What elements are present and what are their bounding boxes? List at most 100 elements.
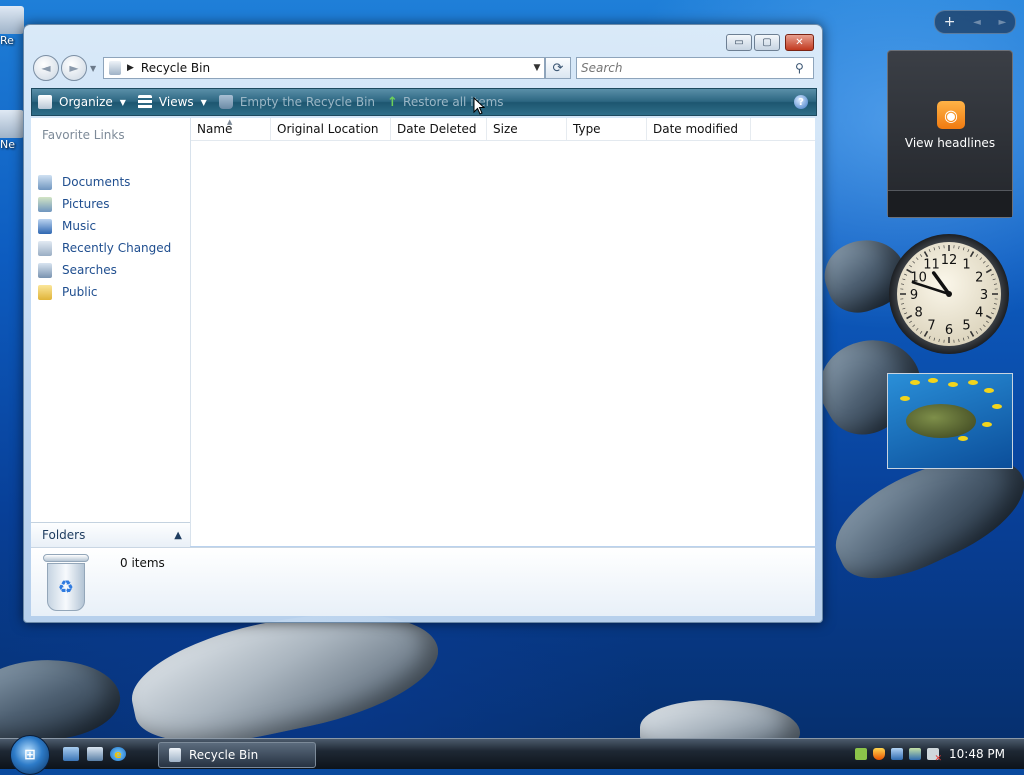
clock-number: 12 (941, 253, 958, 268)
add-gadget-button[interactable]: + (944, 14, 956, 30)
gadget-footer (888, 190, 1012, 217)
fish-decoration (640, 700, 800, 738)
address-dropdown-icon[interactable]: ▼ (530, 63, 544, 73)
folders-toggle[interactable]: Folders ▲ (31, 522, 190, 547)
column-header-date-modified[interactable]: Date modified (647, 118, 751, 140)
favorite-link-music[interactable]: Music (38, 216, 96, 236)
empty-recycle-bin-button[interactable]: Empty the Recycle Bin (213, 89, 381, 115)
start-button[interactable]: ⊞ (10, 735, 50, 775)
slideshow-gadget[interactable] (887, 373, 1013, 469)
column-header-date-deleted[interactable]: Date Deleted (391, 118, 487, 140)
back-arrow-icon: ◄ (41, 61, 50, 75)
refresh-icon: ⟳ (553, 61, 564, 76)
help-button[interactable]: ? (794, 95, 808, 109)
recent-pages-dropdown[interactable]: ▼ (90, 64, 96, 73)
details-pane: ♻ 0 items (31, 547, 815, 616)
previous-page-button[interactable]: ◄ (973, 17, 981, 28)
breadcrumb-recycle-bin[interactable]: Recycle Bin (141, 61, 530, 75)
photo-fish (984, 388, 994, 393)
views-label: Views (159, 95, 194, 109)
security-shield-icon[interactable] (873, 748, 885, 760)
command-bar: Organize ▼ Views ▼ Empty the Recycle Bin… (31, 88, 817, 116)
show-desktop-icon[interactable] (63, 747, 79, 761)
clock-number: 2 (975, 271, 983, 286)
desktop-icon-network[interactable]: Ne (0, 110, 22, 151)
clock-number: 9 (910, 288, 918, 303)
internet-explorer-icon[interactable]: e (110, 747, 126, 761)
documents-icon (38, 175, 52, 190)
photo-fish (910, 380, 920, 385)
system-tray: 10:48 PM (855, 739, 1024, 769)
file-list[interactable]: ▲ Name Original Location Date Deleted Si… (191, 118, 815, 546)
column-headers: ▲ Name Original Location Date Deleted Si… (191, 118, 815, 141)
recycle-bin-icon (109, 61, 121, 75)
views-button[interactable]: Views ▼ (132, 89, 213, 115)
favorite-link-label: Searches (62, 263, 117, 277)
display-icon[interactable] (891, 748, 903, 760)
navigation-pane: Favorite Links Documents Pictures Music … (31, 118, 191, 546)
photo-fish (982, 422, 992, 427)
address-bar[interactable]: ▶ Recycle Bin ▼ (103, 57, 545, 79)
restore-all-items-button[interactable]: ↑ Restore all items (381, 89, 510, 115)
favorite-link-pictures[interactable]: Pictures (38, 194, 110, 214)
switch-windows-icon[interactable] (87, 747, 103, 761)
taskbar-clock[interactable]: 10:48 PM (949, 747, 1005, 761)
clock-number: 1 (962, 258, 970, 273)
column-header-name[interactable]: ▲ Name (191, 118, 271, 140)
taskbar-button-label: Recycle Bin (189, 748, 258, 762)
volume-muted-icon[interactable] (927, 748, 939, 760)
maximize-button[interactable]: ▢ (754, 34, 780, 51)
chevron-up-icon: ▲ (174, 530, 182, 541)
column-header-label: Original Location (277, 122, 379, 136)
chevron-down-icon: ▼ (201, 98, 207, 107)
forward-arrow-icon: ► (69, 61, 78, 75)
rss-icon: ◉ (937, 101, 965, 129)
search-input[interactable] (577, 59, 795, 77)
clock-gadget[interactable]: 121234567891011 (887, 232, 1011, 356)
clock-number: 3 (980, 288, 988, 303)
clock-number: 5 (962, 318, 970, 333)
favorite-link-recently-changed[interactable]: Recently Changed (38, 238, 171, 258)
clock-face: 121234567891011 (887, 232, 1011, 356)
column-header-size[interactable]: Size (487, 118, 567, 140)
favorite-link-documents[interactable]: Documents (38, 172, 130, 192)
next-page-button[interactable]: ► (998, 17, 1006, 28)
empty-bin-icon (219, 95, 233, 109)
column-header-label: Date Deleted (397, 122, 477, 136)
favorite-link-public[interactable]: Public (38, 282, 98, 302)
photo-turtle (906, 404, 976, 438)
network-status-icon[interactable] (855, 748, 867, 760)
search-box[interactable]: ⚲ (576, 57, 814, 79)
search-icon[interactable]: ⚲ (795, 61, 813, 75)
public-folder-icon (38, 285, 52, 300)
organize-label: Organize (59, 95, 113, 109)
forward-button[interactable]: ► (61, 55, 87, 81)
views-icon (138, 95, 152, 109)
favorite-link-label: Music (62, 219, 96, 233)
feed-headlines-gadget[interactable]: ◉ View headlines (887, 50, 1013, 218)
clock-number: 4 (975, 306, 983, 321)
column-header-original-location[interactable]: Original Location (271, 118, 391, 140)
chevron-down-icon: ▼ (120, 98, 126, 107)
refresh-button[interactable]: ⟳ (545, 57, 571, 79)
photo-fish (958, 436, 968, 441)
photo-fish (968, 380, 978, 385)
recycle-bin-window: ▭ ▢ ✕ ◄ ► ▼ ▶ Recycle Bin ▼ ⟳ ⚲ Organize… (23, 24, 823, 623)
close-button[interactable]: ✕ (785, 34, 814, 51)
organize-button[interactable]: Organize ▼ (32, 89, 132, 115)
column-header-type[interactable]: Type (567, 118, 647, 140)
breadcrumb-separator-icon[interactable]: ▶ (127, 63, 134, 73)
desktop-icon-recycle-bin[interactable]: Re (0, 6, 22, 47)
taskbar-button-recycle-bin[interactable]: Recycle Bin (158, 742, 316, 768)
network-icon (0, 110, 24, 138)
recycle-bin-icon (0, 6, 24, 34)
fish-decoration (0, 654, 123, 738)
network-connection-icon[interactable] (909, 748, 921, 760)
sort-arrow-icon: ▲ (227, 111, 232, 133)
favorite-link-searches[interactable]: Searches (38, 260, 117, 280)
column-header-label: Date modified (653, 122, 738, 136)
column-header-label: Type (573, 122, 601, 136)
minimize-button[interactable]: ▭ (726, 34, 752, 51)
view-headlines-link[interactable]: View headlines (888, 136, 1012, 150)
back-button[interactable]: ◄ (33, 55, 59, 81)
